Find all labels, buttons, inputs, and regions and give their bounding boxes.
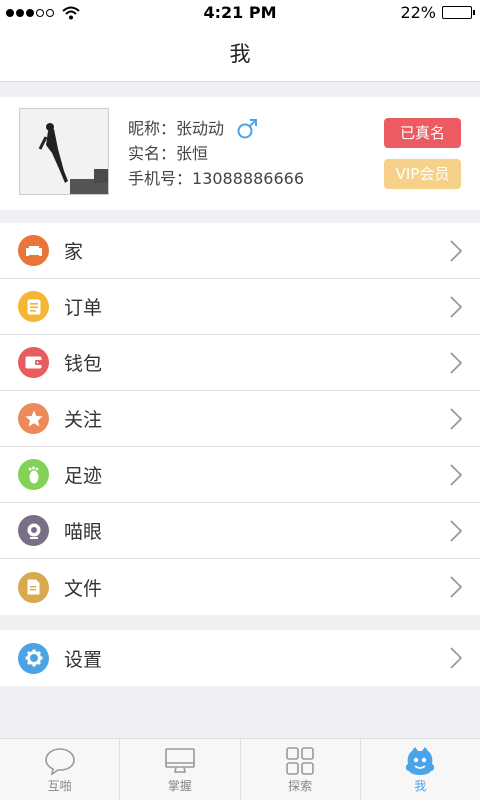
status-bar: 4:21 PM 22%: [0, 0, 480, 26]
mascot-icon: [406, 747, 435, 775]
male-gender-icon: [237, 118, 258, 138]
tab-label: 掌握: [167, 779, 192, 793]
menu-item-files[interactable]: 文件: [0, 559, 480, 615]
chevron-right-icon: [450, 352, 462, 374]
menu-item-following[interactable]: 关注: [0, 391, 480, 447]
camera-icon: [18, 515, 49, 546]
tab-explore[interactable]: 探索: [241, 739, 361, 800]
chevron-right-icon: [450, 464, 462, 486]
menu-item-footprints[interactable]: 足迹: [0, 447, 480, 503]
tab-control[interactable]: 掌握: [120, 739, 241, 800]
nav-bar: 我: [0, 26, 480, 82]
menu-item-label: 喵眼: [64, 521, 103, 543]
chat-bubble-icon: [44, 748, 75, 775]
menu-item-home[interactable]: 家: [0, 223, 480, 279]
profile-info: 昵称： 张动动 实名： 张恒 手机号： 13088886666: [128, 116, 304, 191]
chevron-right-icon: [450, 520, 462, 542]
menu-item-label: 足迹: [64, 465, 103, 487]
menu-item-label: 家: [64, 241, 84, 263]
tab-chat[interactable]: 互啪: [0, 739, 121, 800]
tab-label: 探索: [288, 779, 313, 793]
battery-percent: 22%: [400, 3, 436, 22]
nickname-value: 张动动: [176, 119, 225, 138]
profile-card[interactable]: 昵称： 张动动 实名： 张恒 手机号： 13088886666 已真名 VIP会…: [0, 97, 480, 210]
phone-label: 手机号：: [128, 169, 193, 188]
wallet-icon: [18, 347, 49, 378]
menu-item-label: 关注: [64, 409, 103, 431]
gear-icon: [18, 642, 49, 674]
menu-item-label: 设置: [64, 648, 103, 671]
clipboard-icon: [18, 291, 49, 322]
star-icon: [18, 403, 49, 434]
settings-menu: 设置: [0, 630, 480, 686]
document-icon: [18, 571, 49, 603]
tab-label: 互啪: [47, 779, 72, 793]
footprint-icon: [18, 459, 49, 490]
menu-item-cat-eye[interactable]: 喵眼: [0, 503, 480, 559]
chevron-right-icon: [450, 240, 462, 262]
tab-label: 我: [414, 779, 427, 793]
menu-item-label: 文件: [64, 577, 103, 600]
realname-label: 实名：: [128, 144, 177, 163]
menu-item-label: 钱包: [64, 353, 103, 375]
verified-badge[interactable]: 已真名: [384, 118, 461, 148]
realname-value: 张恒: [176, 144, 209, 163]
menu-item-label: 订单: [64, 297, 103, 319]
vip-badge[interactable]: VIP会员: [384, 159, 461, 189]
avatar[interactable]: [19, 108, 109, 195]
phone-value: 13088886666: [192, 169, 304, 188]
menu-item-wallet[interactable]: 钱包: [0, 335, 480, 391]
monitor-icon: [165, 748, 195, 773]
battery-indicator: 22%: [400, 3, 475, 22]
page-title: 我: [229, 42, 251, 66]
chevron-right-icon: [450, 647, 462, 669]
tab-me[interactable]: 我: [361, 739, 480, 800]
nickname-label: 昵称：: [128, 119, 177, 138]
grid-icon: [286, 747, 314, 775]
battery-icon: [442, 6, 475, 19]
tab-bar: 互啪 掌握 探索 我: [0, 738, 480, 800]
chevron-right-icon: [450, 408, 462, 430]
main-menu: 家 订单 钱包 关注 足迹 喵眼 文件: [0, 223, 480, 615]
menu-item-orders[interactable]: 订单: [0, 279, 480, 335]
chevron-right-icon: [450, 296, 462, 318]
menu-item-settings[interactable]: 设置: [0, 630, 480, 686]
sofa-icon: [18, 235, 49, 266]
chevron-right-icon: [450, 576, 462, 598]
